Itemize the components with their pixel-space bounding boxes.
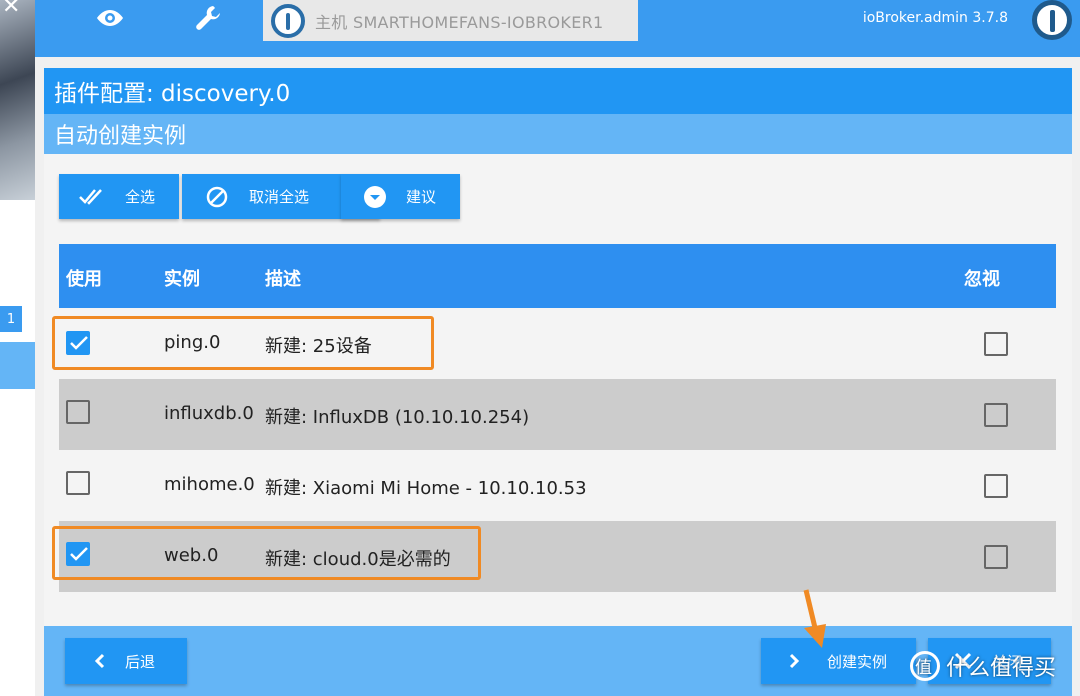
iobroker-logo-icon bbox=[271, 3, 305, 38]
back-button[interactable]: 后退 bbox=[65, 638, 187, 684]
double-check-icon bbox=[77, 188, 107, 206]
eye-icon[interactable] bbox=[90, 0, 130, 36]
description-cell: 新建: Xiaomi Mi Home - 10.10.10.53 bbox=[265, 478, 587, 499]
instance-cell: mihome.0 bbox=[164, 474, 255, 495]
instance-cell: influxdb.0 bbox=[164, 403, 254, 424]
highlight-box bbox=[52, 526, 481, 580]
header-description: 描述 bbox=[265, 269, 301, 290]
ignore-checkbox[interactable] bbox=[984, 474, 1008, 498]
background-sidebar: ✕ 1 bbox=[0, 0, 35, 696]
arrow-annotation-icon bbox=[803, 589, 826, 648]
dropdown-circle-icon bbox=[363, 185, 387, 209]
version-label: ioBroker.admin 3.7.8 bbox=[862, 10, 1008, 26]
select-all-label: 全选 bbox=[125, 188, 156, 206]
block-icon bbox=[206, 186, 228, 208]
use-checkbox[interactable] bbox=[66, 400, 90, 424]
wrench-icon[interactable] bbox=[188, 0, 228, 36]
select-all-button[interactable]: 全选 bbox=[59, 174, 179, 219]
adapter-config-dialog: 插件配置: discovery.0 自动创建实例 全选 取消全选 建议 使用 实… bbox=[44, 68, 1072, 696]
header-use: 使用 bbox=[66, 269, 102, 290]
ignore-checkbox[interactable] bbox=[984, 403, 1008, 427]
table-header: 使用 实例 描述 忽视 bbox=[59, 244, 1056, 308]
top-app-bar: 主机 SMARTHOMEFANS-IOBROKER1 ioBroker.admi… bbox=[0, 0, 1080, 57]
ignore-checkbox[interactable] bbox=[984, 545, 1008, 569]
dialog-subtitle: 自动创建实例 bbox=[44, 114, 1072, 154]
description-cell: 新建: InfluxDB (10.10.10.254) bbox=[265, 407, 530, 428]
create-instances-button[interactable]: 创建实例 bbox=[761, 638, 916, 684]
back-label: 后退 bbox=[125, 652, 156, 671]
watermark: 什么值得买 bbox=[910, 650, 1056, 682]
ignore-checkbox[interactable] bbox=[984, 332, 1008, 356]
sidebar-bar bbox=[0, 342, 35, 389]
suggest-label: 建议 bbox=[406, 188, 437, 206]
close-icon[interactable]: ✕ bbox=[2, 0, 20, 19]
background-image bbox=[0, 0, 35, 200]
table-row: mihome.0 新建: Xiaomi Mi Home - 10.10.10.5… bbox=[59, 450, 1056, 521]
create-instances-label: 创建实例 bbox=[827, 652, 888, 671]
highlight-box bbox=[52, 316, 434, 370]
iobroker-logo-icon bbox=[1032, 0, 1072, 40]
suggest-button[interactable]: 建议 bbox=[341, 174, 460, 219]
dialog-title: 插件配置: discovery.0 bbox=[44, 68, 1072, 114]
use-checkbox[interactable] bbox=[66, 471, 90, 495]
page-badge: 1 bbox=[0, 306, 22, 332]
header-instance: 实例 bbox=[164, 269, 200, 290]
deselect-all-label: 取消全选 bbox=[249, 188, 310, 206]
header-ignore: 忽视 bbox=[964, 269, 1000, 290]
table-row: influxdb.0 新建: InfluxDB (10.10.10.254) bbox=[59, 379, 1056, 450]
chevron-left-icon bbox=[93, 653, 105, 669]
host-selector[interactable]: 主机 SMARTHOMEFANS-IOBROKER1 bbox=[263, 0, 638, 41]
watermark-logo-icon bbox=[910, 651, 940, 681]
watermark-text: 什么值得买 bbox=[946, 656, 1057, 681]
host-label: 主机 SMARTHOMEFANS-IOBROKER1 bbox=[315, 12, 604, 32]
